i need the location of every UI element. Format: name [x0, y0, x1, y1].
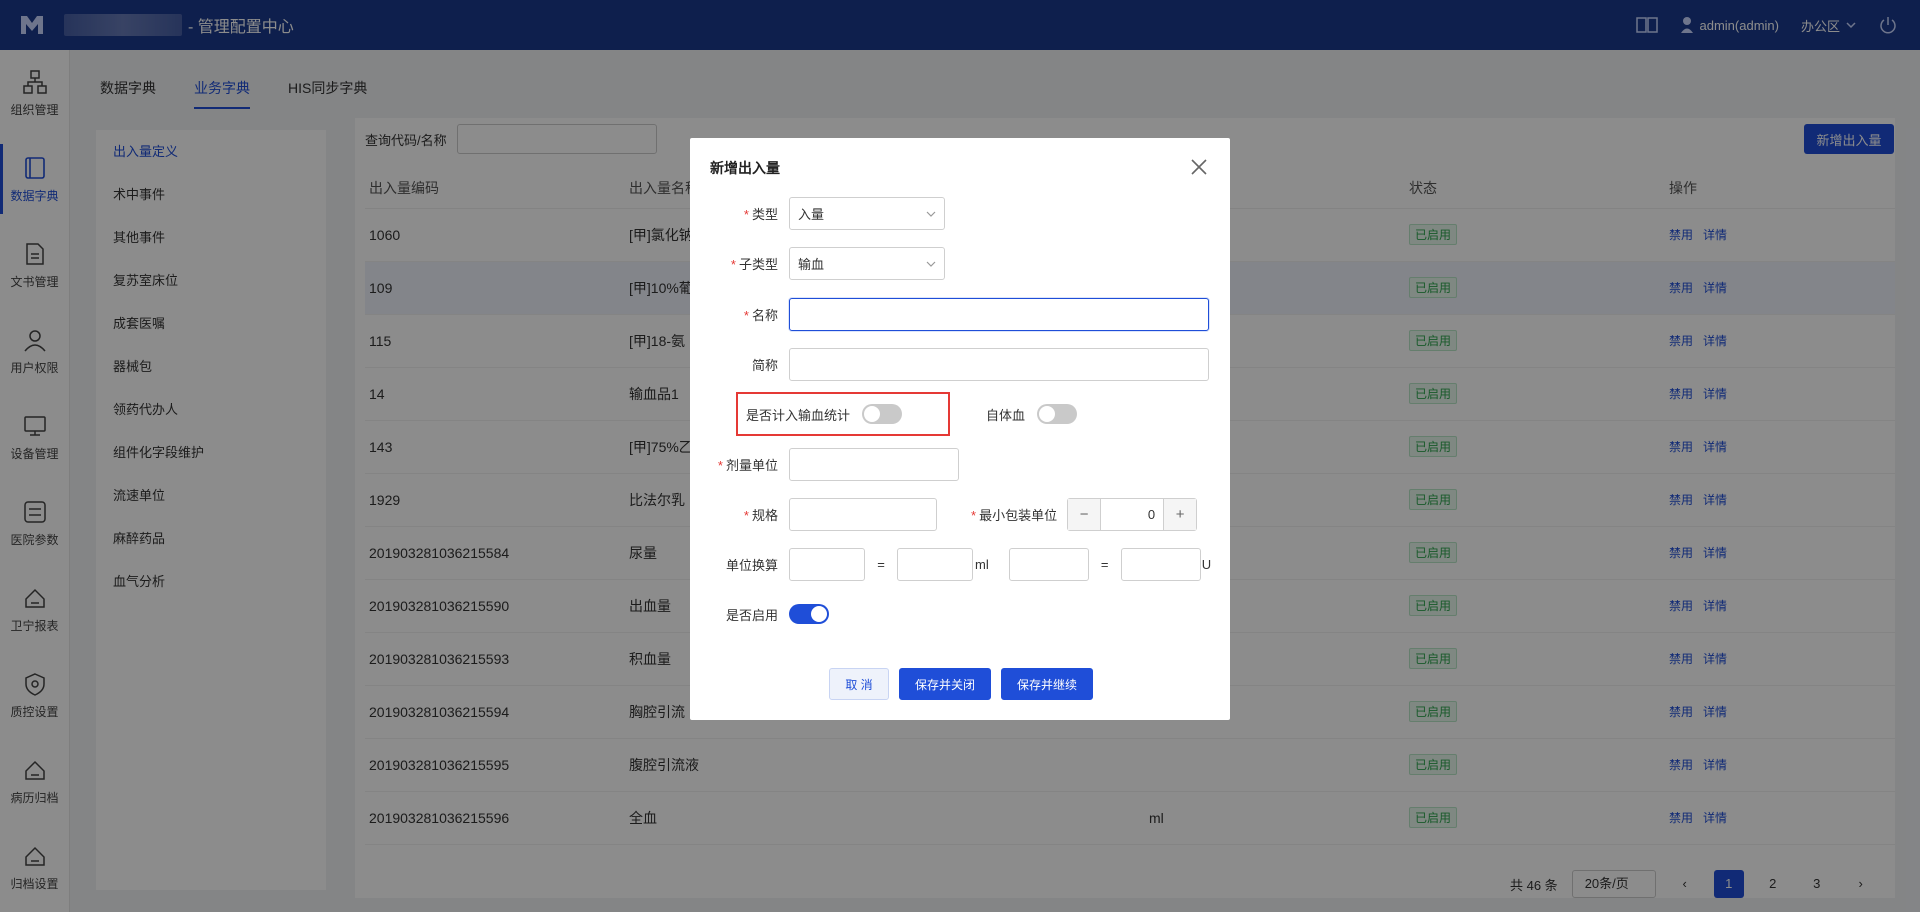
transfusion-stat-row: 是否计入输血统计 [746, 404, 903, 424]
enabled-label: 是否启用 [725, 607, 778, 623]
type-select[interactable]: 入量 [789, 197, 945, 230]
unit-convert-row: 单位换算 = ml = U [690, 548, 1211, 581]
spec-input[interactable] [789, 498, 937, 531]
min-pack-value[interactable]: 0 [1100, 499, 1165, 530]
min-pack-stepper[interactable]: − 0 + [1067, 498, 1198, 531]
convert-input-2[interactable] [897, 548, 973, 581]
dose-unit-label: * 剂量单位 [717, 458, 778, 473]
equals-sign-2: = [1100, 557, 1109, 572]
dialog-title: 新增出入量 [710, 160, 780, 176]
type-value: 入量 [798, 207, 825, 222]
type-row: * 类型 入量 [690, 197, 945, 230]
min-pack-label: * 最小包装单位 [971, 508, 1058, 523]
cancel-button[interactable]: 取 消 [829, 668, 889, 700]
name-row: * 名称 [690, 298, 1209, 331]
save-close-button[interactable]: 保存并关闭 [899, 668, 991, 700]
unit-ml: ml [975, 557, 989, 572]
autologous-label: 自体血 [986, 407, 1026, 423]
enabled-toggle[interactable] [789, 604, 829, 624]
spec-row: * 规格 * 最小包装单位 − 0 + [690, 498, 1198, 531]
type-label: * 类型 [743, 207, 778, 222]
minus-icon[interactable]: − [1068, 499, 1101, 530]
enabled-row: 是否启用 [690, 604, 829, 624]
count-transfusion-label: 是否计入输血统计 [746, 407, 851, 423]
chevron-down-icon [926, 261, 936, 267]
convert-input-1[interactable] [789, 548, 865, 581]
subtype-select[interactable]: 输血 [789, 247, 945, 280]
name-input[interactable] [789, 298, 1209, 331]
dose-unit-input[interactable] [789, 448, 959, 481]
short-name-label: 简称 [751, 358, 778, 373]
save-continue-button[interactable]: 保存并继续 [1001, 668, 1093, 700]
close-icon[interactable] [1188, 156, 1210, 178]
subtype-value: 输血 [798, 257, 825, 272]
autologous-row: 自体血 [986, 404, 1078, 424]
short-name-input[interactable] [789, 348, 1209, 381]
subtype-row: * 子类型 输血 [690, 247, 945, 280]
dialog-actions: 取 消 保存并关闭 保存并继续 [829, 668, 1093, 700]
dose-unit-row: * 剂量单位 [690, 448, 959, 481]
chevron-down-icon [926, 211, 936, 217]
add-io-dialog: 新增出入量 * 类型 入量 * 子类型 输血 * 名称 简称 是否计入输血统计 自体血 [690, 138, 1230, 720]
count-transfusion-toggle[interactable] [862, 404, 903, 424]
convert-input-3[interactable] [1008, 548, 1089, 581]
name-label: * 名称 [743, 308, 778, 323]
equals-sign-1: = [877, 557, 885, 572]
plus-icon[interactable]: + [1164, 499, 1197, 530]
unit-u: U [1201, 557, 1212, 572]
subtype-label: * 子类型 [730, 257, 778, 272]
short-name-row: 简称 [690, 348, 1209, 381]
unit-convert-label: 单位换算 [725, 558, 778, 573]
autologous-toggle[interactable] [1037, 404, 1078, 424]
convert-input-4[interactable] [1120, 548, 1201, 581]
spec-label: * 规格 [743, 508, 778, 523]
